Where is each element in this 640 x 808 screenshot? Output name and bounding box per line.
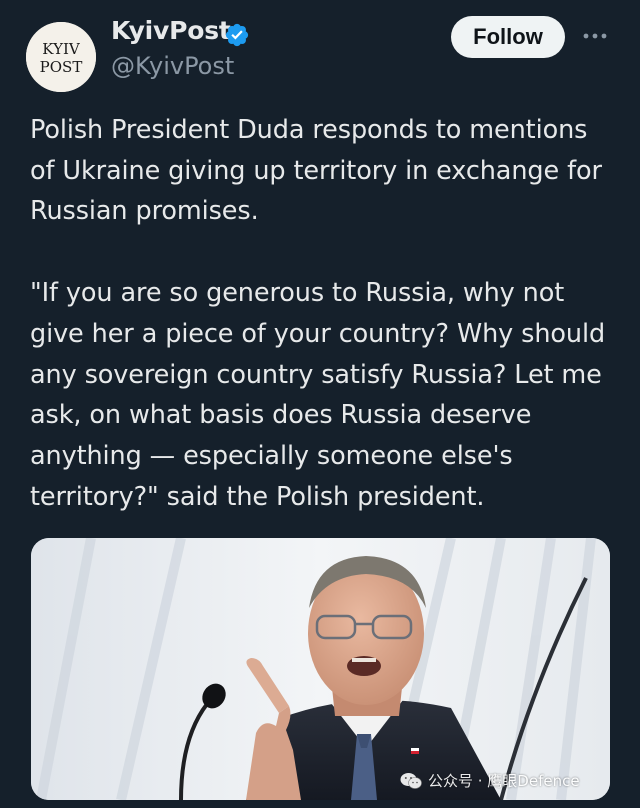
tweet-paragraph-2: "If you are so generous to Russia, why n… bbox=[30, 278, 606, 512]
display-name[interactable]: KyivPost bbox=[111, 16, 231, 45]
logo-line-1: KYIV bbox=[42, 40, 81, 58]
kyivpost-logo-icon: KYIV POST bbox=[26, 22, 96, 92]
tweet-card: KYIV POST KyivPost @KyivPost Follow Poli… bbox=[0, 0, 640, 808]
verified-badge-icon bbox=[225, 23, 249, 47]
tweet-body: Polish President Duda responds to mentio… bbox=[30, 110, 620, 517]
tweet-paragraph-1: Polish President Duda responds to mentio… bbox=[30, 115, 602, 227]
logo-line-2: POST bbox=[40, 58, 83, 76]
kyivpost-avatar[interactable]: KYIV POST bbox=[26, 22, 96, 92]
tweet-photo[interactable] bbox=[31, 538, 610, 800]
wechat-icon bbox=[400, 772, 422, 789]
follow-button[interactable]: Follow bbox=[451, 16, 565, 58]
photo-duda-speaking bbox=[31, 538, 610, 800]
account-handle[interactable]: @KyivPost bbox=[111, 52, 234, 80]
more-horizontal-icon[interactable] bbox=[580, 26, 610, 46]
watermark-text: 公众号 · 鹰眼Defence bbox=[428, 772, 580, 790]
watermark: 公众号 · 鹰眼Defence bbox=[400, 770, 580, 791]
